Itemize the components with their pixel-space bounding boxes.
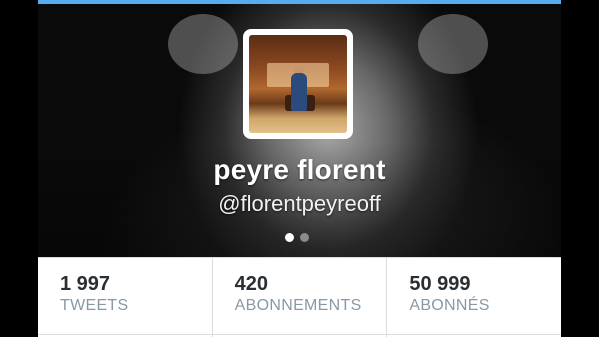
- avatar-person: [291, 73, 307, 111]
- stat-label: ABONNÉS: [409, 297, 490, 314]
- stat-following[interactable]: 420 ABONNEMENTS: [213, 258, 388, 337]
- stat-followers[interactable]: 50 999 ABONNÉS: [387, 258, 561, 337]
- profile-stats-bar: 1 997 TWEETS 420 ABONNEMENTS 50 999 ABON…: [38, 257, 561, 337]
- avatar-photo: [249, 35, 347, 133]
- profile-name: peyre florent: [213, 154, 386, 185]
- avatar[interactable]: [243, 29, 353, 139]
- stat-value: 50 999: [409, 273, 471, 295]
- divider: [38, 334, 561, 335]
- profile-handle: @florentpeyreoff: [218, 191, 381, 216]
- stat-label: TWEETS: [60, 297, 129, 314]
- stat-tweets[interactable]: 1 997 TWEETS: [38, 258, 213, 337]
- profile-screen: peyre florent @florentpeyreoff 1 997 TWE…: [38, 0, 561, 337]
- carousel-page-indicator[interactable]: [285, 233, 315, 243]
- stat-label: ABONNEMENTS: [234, 297, 362, 314]
- stat-value: 420: [234, 273, 269, 295]
- page-dot[interactable]: [300, 233, 309, 242]
- profile-header-banner[interactable]: peyre florent @florentpeyreoff: [38, 4, 561, 257]
- page-dot-active[interactable]: [285, 233, 294, 242]
- stat-value: 1 997: [60, 273, 111, 295]
